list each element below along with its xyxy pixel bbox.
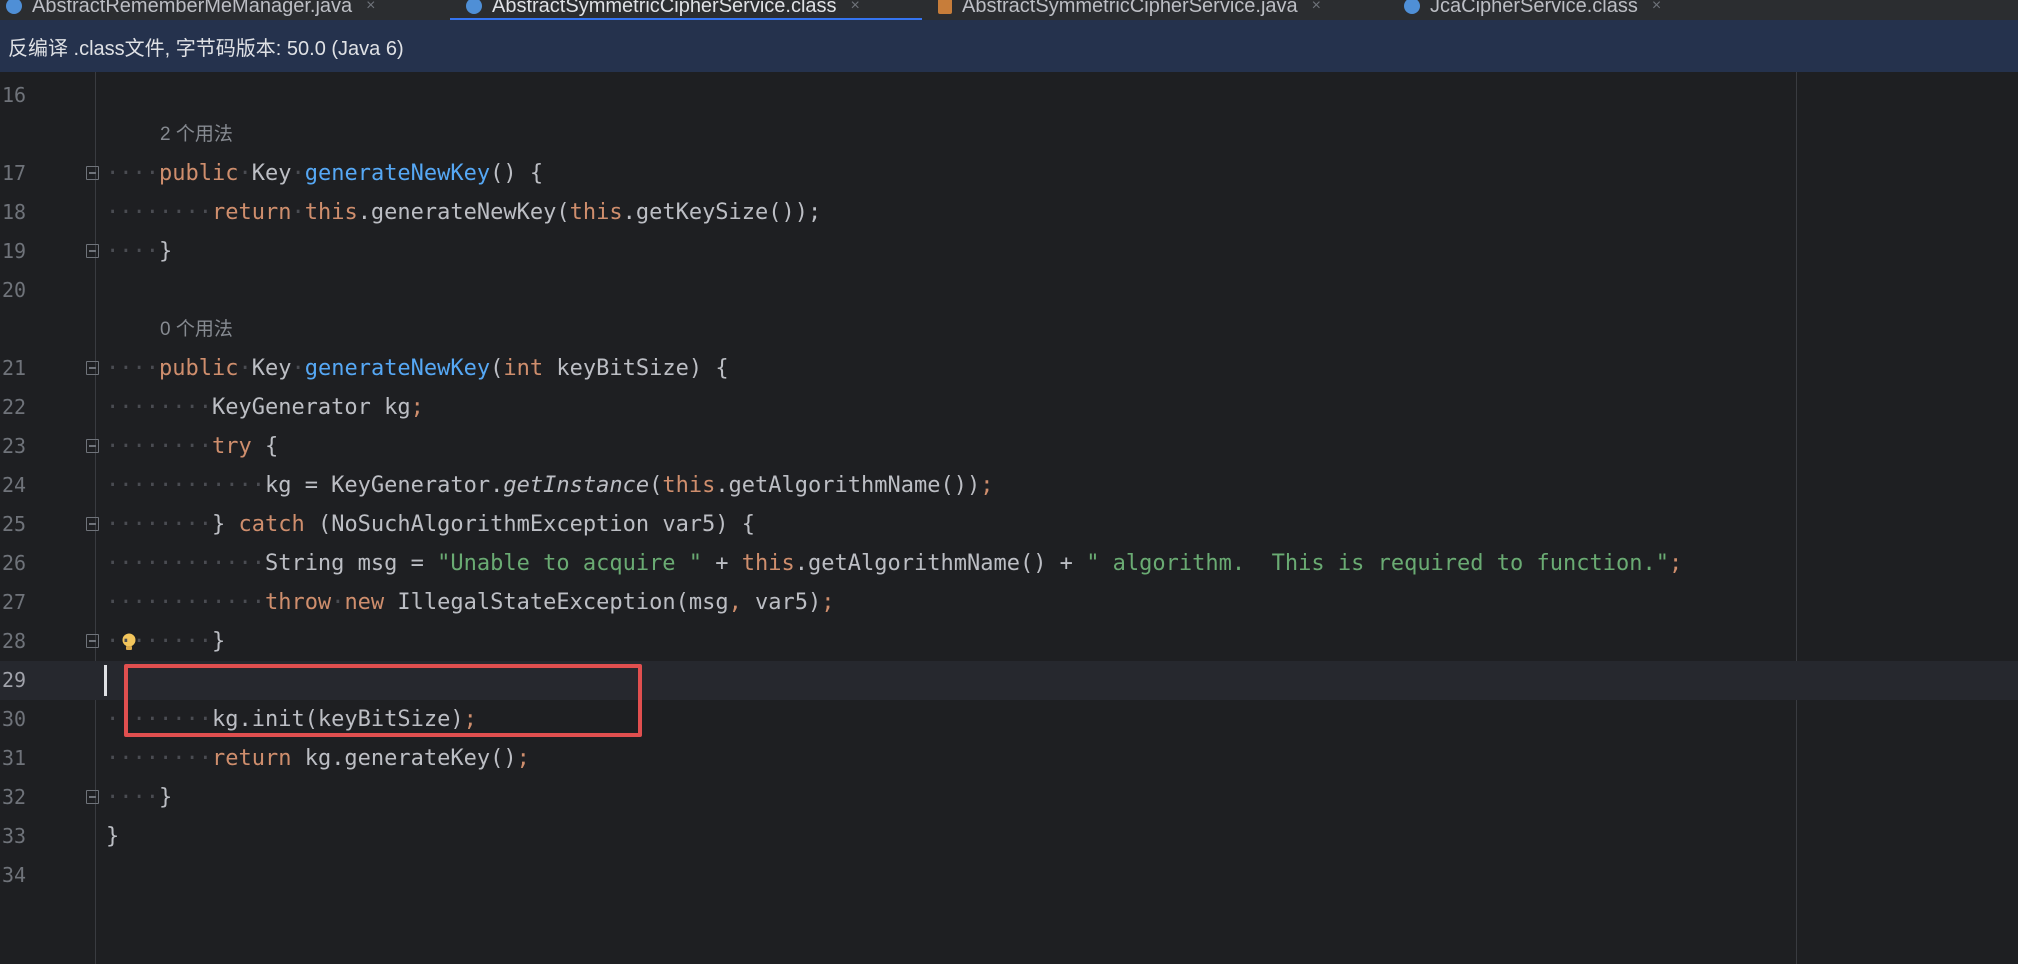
editor-tab-bar: AbstractRememberMeManager.java × Abstrac… (0, 0, 2018, 20)
tab-label: AbstractSymmetricCipherService.java (962, 0, 1298, 17)
line-number: 30 (2, 707, 27, 731)
code-line: 18 ········return·this.generateNewKey(th… (0, 193, 2018, 232)
code-text: ········return kg.generateKey(); (106, 746, 530, 771)
line-number: 29 (2, 668, 27, 692)
code-text: ············kg = KeyGenerator.getInstanc… (106, 473, 994, 498)
line-number: 34 (2, 863, 27, 887)
code-line: 31 ········return kg.generateKey(); (0, 739, 2018, 778)
line-number: 26 (2, 551, 27, 575)
code-text: ············String msg = "Unable to acqu… (106, 551, 1683, 576)
tab-label: AbstractSymmetricCipherService.class (492, 0, 837, 17)
tab-jca-cipher-service-class[interactable]: JcaCipherService.class × (1404, 0, 1661, 20)
line-number: 19 (2, 239, 27, 263)
code-line: 24 ············kg = KeyGenerator.getInst… (0, 466, 2018, 505)
usage-hint-line: 0 个用法 (0, 310, 2018, 349)
close-icon[interactable]: × (366, 0, 375, 15)
text-caret (104, 665, 107, 696)
line-number: 23 (2, 434, 27, 458)
tab-abstract-remember-me-manager[interactable]: AbstractRememberMeManager.java × (6, 0, 375, 20)
code-line: 34 (0, 856, 2018, 895)
line-number: 16 (2, 83, 27, 107)
fold-marker-icon[interactable] (86, 361, 99, 375)
code-text: ····public·Key·generateNewKey() { (106, 161, 544, 186)
code-text: ········try { (106, 434, 279, 459)
code-line: 23 ········try { (0, 427, 2018, 466)
fold-marker-icon[interactable] (86, 166, 99, 180)
fold-marker-icon[interactable] (86, 517, 99, 531)
tab-label: AbstractRememberMeManager.java (32, 0, 353, 17)
code-line: 28 ········} (0, 622, 2018, 661)
tab-abstract-symmetric-cipher-service-class[interactable]: AbstractSymmetricCipherService.class × (466, 0, 860, 20)
close-icon[interactable]: × (1312, 0, 1321, 15)
line-number: 24 (2, 473, 27, 497)
line-number: 22 (2, 395, 27, 419)
code-text: } (106, 824, 120, 849)
code-line: 17 ····public·Key·generateNewKey() { (0, 154, 2018, 193)
usage-hint-line: 2 个用法 (0, 115, 2018, 154)
close-icon[interactable]: × (1652, 0, 1661, 15)
line-number: 32 (2, 785, 27, 809)
code-text: ········return·this.generateNewKey(this.… (106, 200, 822, 225)
code-text: ····public·Key·generateNewKey(int keyBit… (106, 356, 729, 381)
line-number: 31 (2, 746, 27, 770)
line-number: 21 (2, 356, 27, 380)
code-line: 20 (0, 271, 2018, 310)
decompiled-class-banner: 反编译 .class文件, 字节码版本: 50.0 (Java 6) (0, 20, 2018, 72)
fold-marker-icon[interactable] (86, 790, 99, 804)
java-file-icon (938, 0, 952, 14)
fold-marker-icon[interactable] (86, 439, 99, 453)
code-text: ····} (106, 785, 173, 810)
line-number: 17 (2, 161, 27, 185)
usages-hint[interactable]: 0 个用法 (160, 310, 233, 349)
code-line: 25 ········} catch (NoSuchAlgorithmExcep… (0, 505, 2018, 544)
close-icon[interactable]: × (851, 0, 860, 15)
fold-marker-icon[interactable] (86, 244, 99, 258)
fold-marker-icon[interactable] (86, 634, 99, 648)
code-line: 32 ····} (0, 778, 2018, 817)
code-text: ············throw·new IllegalStateExcept… (106, 590, 835, 615)
code-line: 19 ····} (0, 232, 2018, 271)
code-editor[interactable]: 16 2 个用法 17 ····public·Key·generateNewKe… (0, 72, 2018, 964)
code-line: 27 ············throw·new IllegalStateExc… (0, 583, 2018, 622)
class-file-icon (466, 0, 482, 14)
code-text: ····} (106, 239, 173, 264)
line-number: 20 (2, 278, 27, 302)
annotation-highlight-box (124, 664, 642, 737)
code-line: 22 ········KeyGenerator kg; (0, 388, 2018, 427)
line-number: 33 (2, 824, 27, 848)
code-line: 26 ············String msg = "Unable to a… (0, 544, 2018, 583)
class-file-icon (6, 0, 22, 14)
line-number: 18 (2, 200, 27, 224)
line-number: 28 (2, 629, 27, 653)
usages-hint[interactable]: 2 个用法 (160, 115, 233, 154)
tab-label: JcaCipherService.class (1430, 0, 1638, 17)
code-line: 21 ····public·Key·generateNewKey(int key… (0, 349, 2018, 388)
code-line: 16 (0, 76, 2018, 115)
line-number: 27 (2, 590, 27, 614)
code-text: ········KeyGenerator kg; (106, 395, 424, 420)
banner-text: 反编译 .class文件, 字节码版本: 50.0 (Java 6) (8, 37, 404, 60)
class-file-icon (1404, 0, 1420, 14)
code-line: 33 } (0, 817, 2018, 856)
line-number: 25 (2, 512, 27, 536)
tab-abstract-symmetric-cipher-service-java[interactable]: AbstractSymmetricCipherService.java × (938, 0, 1321, 20)
code-text: ········} (106, 629, 226, 654)
code-text: ········} catch (NoSuchAlgorithmExceptio… (106, 512, 756, 537)
